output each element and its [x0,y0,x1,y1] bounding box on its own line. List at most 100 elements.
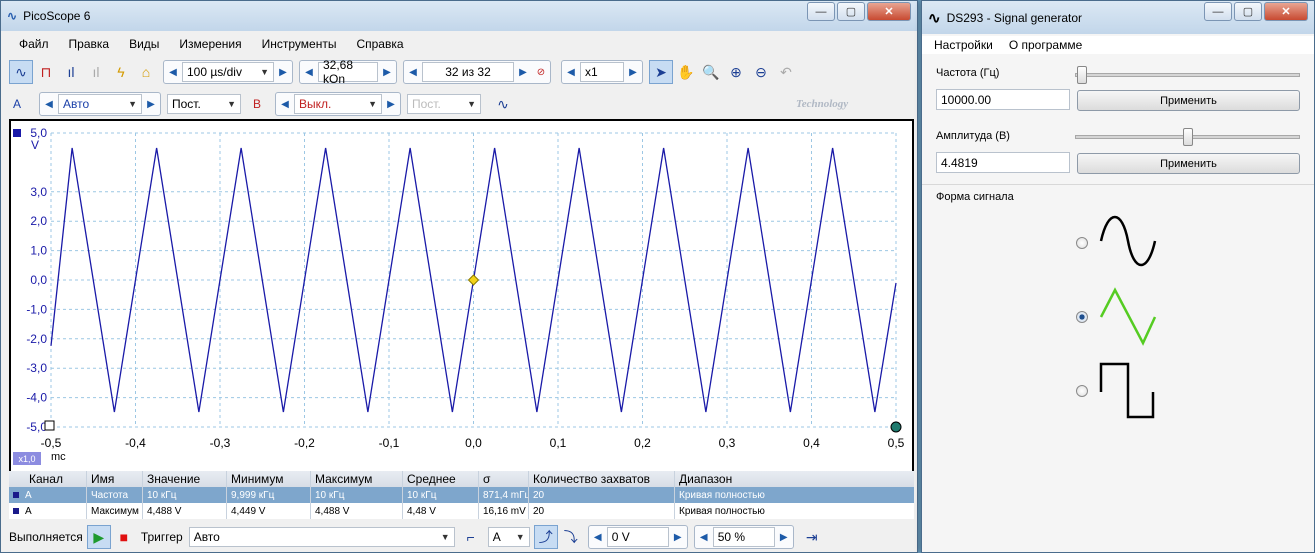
amplitude-input[interactable]: 4.4819 [936,152,1070,173]
sg-menu-about[interactable]: О программе [1009,38,1082,52]
table-row[interactable]: A Частота 10 кГц 9,999 кГц 10 кГц 10 кГц… [9,487,914,503]
menu-edit[interactable]: Правка [69,37,110,51]
table-row[interactable]: A Максимум 4,488 V 4,449 V 4,488 V 4,48 … [9,503,914,519]
hand-tool-icon[interactable]: ✋ [674,60,698,84]
pointer-tool-icon[interactable]: ➤ [649,60,673,84]
undo-zoom-icon[interactable]: ↶ [774,60,798,84]
channel-b-prev-arrow-icon[interactable]: ◀ [276,93,294,115]
captures-next-arrow-icon[interactable]: ▶ [514,61,532,83]
channel-a-range-control: ◀ Авто ▼ ▶ [39,92,161,116]
samples-prev-arrow-icon[interactable]: ◀ [300,61,318,83]
captures-field[interactable]: 32 из 32 [422,62,514,82]
channel-b-range-control: ◀ Выкл. ▼ ▶ [275,92,401,116]
menu-tools[interactable]: Инструменты [262,37,337,51]
sg-menu-settings[interactable]: Настройки [934,38,993,52]
trigger-mode-select[interactable]: Авто ▼ [188,527,455,547]
close-button[interactable]: ✕ [867,2,911,21]
home-icon[interactable]: ⌂ [134,60,158,84]
zoom-out-icon[interactable]: ⊖ [749,60,773,84]
samples-field[interactable]: 32,68 kOn [318,58,378,86]
channel-b-range-select[interactable]: Выкл. ▼ [294,94,382,114]
col-min[interactable]: Минимум [227,471,311,487]
buffer-navigator-icon[interactable]: ⊘ [532,61,550,83]
zoom-tool-icon[interactable]: 🔍 [699,60,723,84]
trigger-marker [467,274,480,286]
amplitude-label: Амплитуда (В) [936,130,1010,142]
frequency-apply-button[interactable]: Применить [1077,90,1300,111]
spectrum-mode-icon[interactable]: ıl [59,60,83,84]
sg-close-button[interactable]: ✕ [1264,2,1308,21]
probe-icon[interactable]: ϟ [109,60,133,84]
sg-maximize-button[interactable]: ▢ [1234,2,1262,21]
frequency-slider[interactable] [1075,65,1300,85]
zoom-prev-arrow-icon[interactable]: ◀ [562,61,580,83]
zoom-field[interactable]: x1 [580,62,624,82]
timebase-prev-arrow-icon[interactable]: ◀ [164,61,182,83]
falling-edge-icon[interactable]: ⤵ [559,525,583,549]
trigger-channel-select[interactable]: A ▼ [487,527,530,547]
channel-b-label[interactable]: B [253,97,273,111]
zoom-in-icon[interactable]: ⊕ [724,60,748,84]
square-wave-icon[interactable] [1098,359,1158,423]
start-icon[interactable]: ▶ [86,525,111,549]
pretrigger-field[interactable]: 50 % [712,527,775,547]
frequency-label: Частота (Гц) [936,67,1000,79]
channel-a-marker [13,129,21,137]
menu-file[interactable]: Файл [19,37,49,51]
pretrigger-prev-arrow-icon[interactable]: ◀ [695,526,713,548]
scope-mode-icon[interactable]: ∿ [9,60,33,84]
timebase-select[interactable]: 100 µs/div ▼ [182,62,274,82]
x-scale-badge[interactable]: x1,0 [13,452,41,465]
channel-b-coupling-select[interactable]: Пост. ▼ [407,94,481,114]
minimize-button[interactable]: — [807,2,835,21]
sg-minimize-button[interactable]: — [1204,2,1232,21]
channel-a-label[interactable]: A [13,97,33,111]
signal-generator-icon[interactable]: ∿ [491,92,515,116]
col-max[interactable]: Максимум [311,471,403,487]
channel-a-coupling-select[interactable]: Пост. ▼ [167,94,241,114]
frequency-slider-thumb[interactable] [1077,66,1087,84]
col-capture-count[interactable]: Количество захватов [529,471,675,487]
zoom-next-arrow-icon[interactable]: ▶ [624,61,642,83]
menu-help[interactable]: Справка [356,37,403,51]
channel-a-range-select[interactable]: Авто ▼ [58,94,142,114]
triangle-radio[interactable] [1076,311,1088,323]
maximize-button[interactable]: ▢ [837,2,865,21]
captures-prev-arrow-icon[interactable]: ◀ [404,61,422,83]
sine-radio[interactable] [1076,237,1088,249]
samples-next-arrow-icon[interactable]: ▶ [378,61,396,83]
x-tick-label: 0,3 [719,436,736,450]
measurements-table: Канал Имя Значение Минимум Максимум Сред… [9,471,914,519]
pretrigger-next-arrow-icon[interactable]: ▶ [775,526,793,548]
persistence-mode-icon[interactable]: ⊓ [34,60,58,84]
amplitude-slider-thumb[interactable] [1182,128,1193,146]
post-trigger-delay-icon[interactable]: ⇥ [800,525,824,549]
triangle-wave-icon[interactable] [1098,285,1158,349]
col-stddev[interactable]: σ [479,471,529,487]
timebase-next-arrow-icon[interactable]: ▶ [274,61,292,83]
col-range[interactable]: Диапазон [675,471,914,487]
trigger-level-next-arrow-icon[interactable]: ▶ [669,526,687,548]
stop-icon[interactable]: ■ [112,525,136,549]
channel-a-next-arrow-icon[interactable]: ▶ [142,93,160,115]
square-radio[interactable] [1076,385,1088,397]
col-name[interactable]: Имя [87,471,143,487]
channel-a-prev-arrow-icon[interactable]: ◀ [40,93,58,115]
sg-divider [922,184,1314,185]
sine-wave-icon[interactable] [1098,209,1158,273]
amplitude-slider[interactable] [1075,127,1300,147]
scope-view[interactable]: -0,5 -0,4 -0,3 -0,2 -0,1 0,0 0,1 0,2 0,3 0,4 0,5 5,… [9,119,914,517]
amplitude-apply-button[interactable]: Применить [1077,153,1300,174]
status-toolbar: Выполняется ▶ ■ Триггер Авто ▼ ⌐ A ▼ ⤴ ⤵ ◀… [9,522,825,552]
col-mean[interactable]: Среднее [403,471,479,487]
menu-views[interactable]: Виды [129,37,159,51]
channel-b-next-arrow-icon[interactable]: ▶ [382,93,400,115]
rising-edge-icon[interactable]: ⤴ [533,525,558,549]
col-value[interactable]: Значение [143,471,227,487]
menu-measurements[interactable]: Измерения [179,37,241,51]
advanced-trigger-icon[interactable]: ⌐ [459,525,483,549]
trigger-level-field[interactable]: 0 V [606,527,669,547]
col-channel[interactable]: Канал [9,471,87,487]
trigger-level-prev-arrow-icon[interactable]: ◀ [589,526,607,548]
frequency-input[interactable]: 10000.00 [936,89,1070,110]
